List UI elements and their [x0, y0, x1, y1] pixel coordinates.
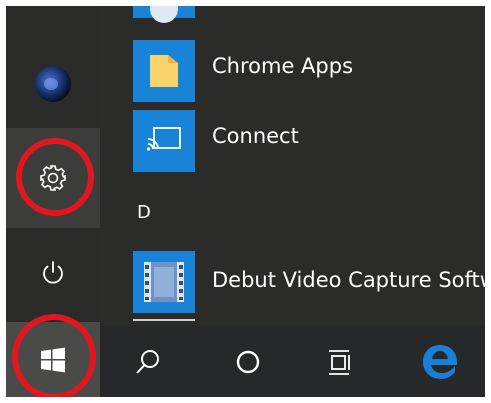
taskbar-edge-button[interactable] [410, 326, 470, 397]
app-tile-connect[interactable] [133, 110, 195, 172]
app-list: Chrome Apps Connect D Debut Video Captur… [100, 6, 485, 326]
taskbar [100, 326, 485, 397]
settings-button[interactable] [6, 128, 100, 228]
app-tile-chrome-apps[interactable] [133, 40, 195, 102]
taskbar-cortana-button[interactable] [218, 326, 278, 397]
taskbar-search-button[interactable] [118, 326, 178, 397]
start-menu-rail [6, 6, 100, 397]
taskbar-task-view-button[interactable] [310, 326, 370, 397]
settings-gear-icon [40, 165, 66, 191]
app-icon-partial [150, 6, 178, 23]
search-icon [136, 349, 159, 374]
app-tile-debut-video-capture[interactable] [133, 251, 195, 313]
user-account-button[interactable] [6, 54, 100, 114]
power-button[interactable] [6, 228, 100, 318]
folder-icon [150, 55, 178, 87]
scroll-indicator [133, 319, 195, 321]
start-menu-window: Chrome Apps Connect D Debut Video Captur… [6, 6, 485, 397]
task-view-icon [329, 349, 350, 375]
app-tile-partial[interactable] [133, 6, 195, 23]
start-button[interactable] [6, 322, 100, 397]
app-label-chrome-apps[interactable]: Chrome Apps [212, 54, 353, 78]
app-label-connect[interactable]: Connect [212, 124, 299, 148]
film-strip-icon [144, 262, 184, 302]
connect-cast-icon [146, 127, 181, 151]
cortana-icon [236, 350, 260, 373]
user-avatar [35, 66, 71, 102]
edge-browser-icon [423, 344, 457, 379]
power-icon [43, 261, 63, 284]
app-label-debut-video-capture[interactable]: Debut Video Capture Softw [212, 268, 485, 292]
section-header-d[interactable]: D [137, 202, 151, 223]
windows-start-icon [41, 347, 65, 372]
